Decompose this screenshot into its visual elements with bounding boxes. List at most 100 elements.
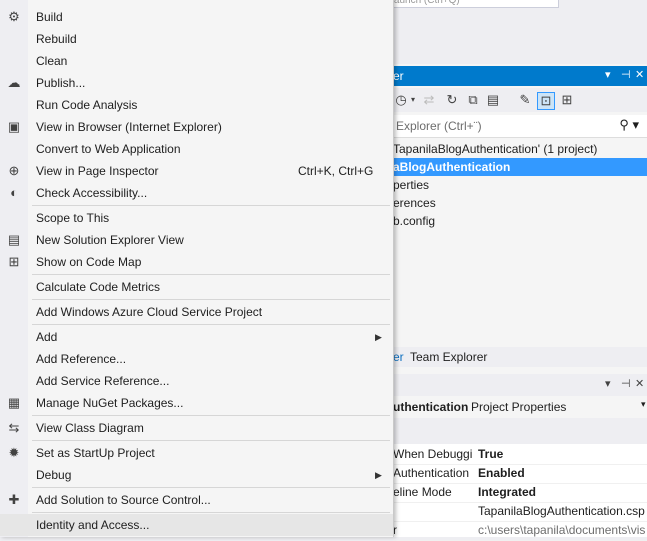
menu-item-rebuild[interactable]: Rebuild (0, 28, 393, 50)
dropdown-arrow-icon[interactable]: ▾ (605, 377, 611, 390)
menu-separator (32, 440, 390, 441)
tab-team-explorer[interactable]: Team Explorer (410, 350, 487, 364)
menu-item-build[interactable]: ⚙ Build (0, 6, 393, 28)
menu-item-scope-to-this[interactable]: Scope to This (0, 207, 393, 229)
menu-item-label: Run Code Analysis (36, 98, 138, 112)
menu-item-add-solution-to-source-control[interactable]: ✚ Add Solution to Source Control... (0, 489, 393, 511)
build-icon: ⚙ (8, 9, 20, 24)
properties-titlebar: ▾ ⊣ ✕ (393, 374, 647, 394)
property-row[interactable]: r c:\users\tapanila\documents\vis (393, 521, 647, 541)
menu-item-label: Convert to Web Application (36, 142, 181, 156)
menu-item-debug[interactable]: Debug ▶ (0, 464, 393, 486)
refresh-icon[interactable]: ↻ (444, 92, 460, 108)
menu-item-label: New Solution Explorer View (36, 233, 184, 247)
tree-item-project[interactable]: aBlogAuthentication (393, 158, 647, 176)
property-row[interactable]: eline Mode Integrated (393, 483, 647, 503)
menu-item-label: Add (36, 330, 58, 344)
menu-separator (32, 274, 390, 275)
property-row[interactable]: When Debuggi True (393, 445, 647, 465)
menu-item-add-service-reference[interactable]: Add Service Reference... (0, 370, 393, 392)
chevron-down-icon[interactable]: ▾ (405, 92, 421, 108)
new-view-icon: ▤ (7, 232, 21, 247)
class-diagram-icon: ⇆ (8, 420, 20, 435)
pin-icon[interactable]: ⊣ (621, 377, 631, 390)
properties-wrench-icon[interactable]: ✎ (517, 92, 533, 108)
publish-icon: ☁ (7, 75, 21, 90)
tree-item-solution[interactable]: TapanilaBlogAuthentication' (1 project) (393, 140, 647, 158)
menu-item-label: Set as StartUp Project (36, 446, 155, 460)
menu-item-label: Identity and Access... (36, 518, 150, 532)
nuget-icon: ▦ (7, 395, 21, 410)
menu-item-label: Publish... (36, 76, 86, 90)
menu-item-add-windows-azure-cloud-service-project[interactable]: Add Windows Azure Cloud Service Project (0, 301, 393, 323)
collapse-all-icon[interactable]: ⧉ (465, 92, 481, 108)
properties-object-selector[interactable]: uthentication Project Properties ▾ (393, 396, 647, 418)
menu-item-add-reference[interactable]: Add Reference... (0, 348, 393, 370)
source-control-icon: ✚ (8, 492, 20, 507)
menu-item-label: Check Accessibility... (36, 186, 148, 200)
code-map-toolbar-icon[interactable]: ⊞ (559, 92, 575, 108)
menu-item-view-class-diagram[interactable]: ⇆ View Class Diagram (0, 417, 393, 439)
menu-separator (32, 324, 390, 325)
menu-item-label: Add Windows Azure Cloud Service Project (36, 305, 263, 319)
chevron-down-icon[interactable]: ▾ (641, 399, 646, 410)
solution-explorer-tabs: er Team Explorer (393, 347, 647, 367)
properties-object-name: uthentication (393, 400, 469, 414)
menu-item-view-in-browser-internet-explorer[interactable]: ▣ View in Browser (Internet Explorer) (0, 116, 393, 138)
menu-item-label: Add Reference... (36, 352, 127, 366)
menu-item-label: Calculate Code Metrics (36, 280, 161, 294)
preview-icon[interactable]: ⊡ (537, 92, 555, 110)
browser-icon: ▣ (7, 119, 21, 134)
menu-item-calculate-code-metrics[interactable]: Calculate Code Metrics (0, 276, 393, 298)
dropdown-arrow-icon[interactable]: ▾ (605, 68, 611, 81)
menu-item-label: View Class Diagram (36, 421, 144, 435)
close-icon[interactable]: ✕ (635, 377, 644, 390)
menu-item-label: View in Page Inspector (36, 164, 159, 178)
menu-item-label: Build (36, 10, 63, 24)
menu-item-label: Show on Code Map (36, 255, 142, 269)
menu-separator (32, 487, 390, 488)
menu-separator (32, 415, 390, 416)
close-icon[interactable]: ✕ (635, 68, 644, 81)
menu-separator (32, 299, 390, 300)
search-icon[interactable]: ⚲ ▾ (619, 117, 639, 133)
submenu-arrow-icon: ▶ (375, 470, 382, 480)
properties-object-type: Project Properties (471, 400, 567, 414)
startup-gear-icon: ✹ (8, 445, 20, 460)
sync-icon[interactable]: ⇄ (421, 92, 437, 108)
menu-item-label: Add Service Reference... (36, 374, 170, 388)
solution-explorer-toolbar: ◷ ▾ ⇄ ↻ ⧉ ▤ ✎ ⊡ ⊞ (393, 88, 647, 112)
menu-item-label: Scope to This (36, 211, 110, 225)
menu-item-label: Add Solution to Source Control... (36, 493, 211, 507)
show-all-files-icon[interactable]: ▤ (485, 92, 501, 108)
menu-item-manage-nuget-packages[interactable]: ▦ Manage NuGet Packages... (0, 392, 393, 414)
tab-solution-explorer[interactable]: er (393, 350, 404, 364)
menu-item-add[interactable]: Add ▶ (0, 326, 393, 348)
menu-item-set-as-startup-project[interactable]: ✹ Set as StartUp Project (0, 442, 393, 464)
menu-item-check-accessibility[interactable]: ◐ Check Accessibility... (0, 182, 393, 204)
property-row[interactable]: TapanilaBlogAuthentication.csp (393, 502, 647, 522)
menu-item-label: Rebuild (36, 32, 77, 46)
menu-item-identity-and-access[interactable]: Identity and Access... (0, 514, 393, 536)
page-inspector-icon: ⊕ (8, 163, 20, 178)
pin-icon[interactable]: ⊣ (621, 68, 631, 81)
menu-item-convert-to-web-application[interactable]: Convert to Web Application (0, 138, 393, 160)
menu-item-show-on-code-map[interactable]: ⊞ Show on Code Map (0, 251, 393, 273)
menu-item-new-solution-explorer-view[interactable]: ▤ New Solution Explorer View (0, 229, 393, 251)
property-row[interactable]: Authentication Enabled (393, 464, 647, 484)
menu-item-run-code-analysis[interactable]: Run Code Analysis (0, 94, 393, 116)
menu-separator (32, 205, 390, 206)
code-map-icon: ⊞ (8, 254, 20, 269)
solution-explorer-search[interactable]: Explorer (Ctrl+¨) ⚲ ▾ (393, 115, 647, 138)
tree-item-properties[interactable]: perties (393, 176, 647, 194)
menu-item-view-in-page-inspector[interactable]: ⊕ View in Page Inspector Ctrl+K, Ctrl+G (0, 160, 393, 182)
menu-item-clean[interactable]: Clean (0, 50, 393, 72)
project-context-menu: ⚙ Build Rebuild Clean ☁ Publish... Run Code An… (0, 0, 394, 537)
menu-item-shortcut: Ctrl+K, Ctrl+G (298, 164, 374, 178)
tree-item-references[interactable]: erences (393, 194, 647, 212)
menu-item-publish[interactable]: ☁ Publish... (0, 72, 393, 94)
menu-item-label: Debug (36, 468, 72, 482)
tree-item-webconfig[interactable]: b.config (393, 212, 647, 230)
menu-item-label: Manage NuGet Packages... (36, 396, 184, 410)
solution-explorer-title: er (393, 69, 404, 83)
